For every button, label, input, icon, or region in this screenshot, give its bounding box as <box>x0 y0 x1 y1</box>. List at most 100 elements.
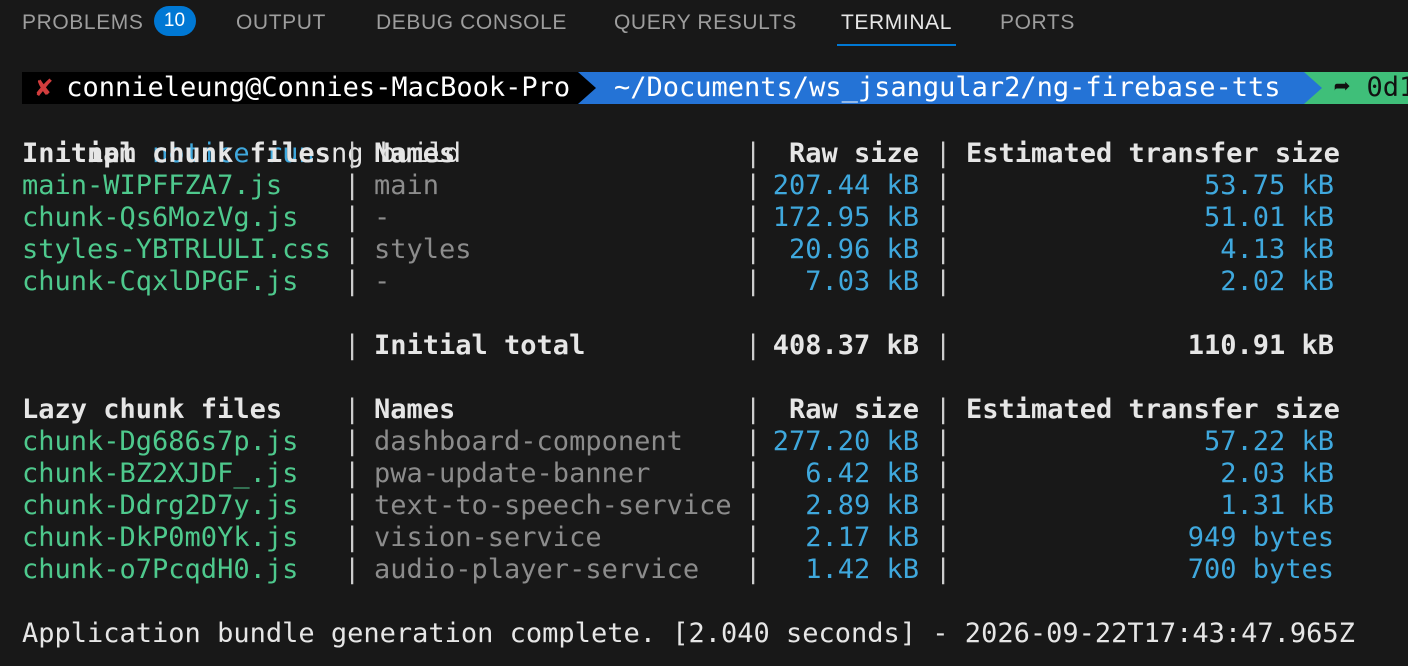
initial-total-estimated: 110.91 kB <box>1187 330 1334 361</box>
column-separator: | <box>344 202 361 233</box>
shell-prompt: ✘ connieleung@Connies-MacBook-Pro ~/Docum… <box>22 72 1408 104</box>
chunk-name: main <box>374 170 440 201</box>
header-names: Names <box>374 138 456 169</box>
raw-size: 1.42 kB <box>805 554 919 585</box>
estimated-size: 1.31 kB <box>1220 490 1334 521</box>
tab-output[interactable]: OUTPUT <box>236 0 326 46</box>
tab-problems[interactable]: PROBLEMS 10 <box>22 0 196 46</box>
initial-total-row: | Initial total | 408.37 kB | 110.91 kB <box>22 330 1362 362</box>
raw-size: 277.20 kB <box>772 426 919 457</box>
column-separator: | <box>745 458 762 489</box>
chunk-name: vision-service <box>374 522 602 553</box>
initial-total-label: Initial total <box>374 330 586 361</box>
header-lazy-files: Lazy chunk files <box>22 394 283 425</box>
table-row: chunk-Dg686s7p.js | dashboard-component … <box>22 426 1362 458</box>
prompt-path-segment: ~/Documents/ws_jsangular2/ng-firebase-tt… <box>596 72 1304 104</box>
tab-query-results-label: QUERY RESULTS <box>614 11 797 34</box>
column-separator: | <box>344 266 361 297</box>
table-row: chunk-Qs6MozVg.js | - | 172.95 kB | 51.0… <box>22 202 1362 234</box>
estimated-size: 700 bytes <box>1187 554 1334 585</box>
chunk-file: chunk-o7PcqdH0.js <box>22 554 299 585</box>
chunk-file: chunk-Ddrg2D7y.js <box>22 490 299 521</box>
column-separator: | <box>935 426 952 457</box>
table-row: styles-YBTRLULI.css | styles | 20.96 kB … <box>22 234 1362 266</box>
chunk-name: text-to-speech-service <box>374 490 732 521</box>
estimated-size: 53.75 kB <box>1203 170 1334 201</box>
column-separator: | <box>344 522 361 553</box>
raw-size: 2.89 kB <box>805 490 919 521</box>
column-separator: | <box>344 458 361 489</box>
column-separator: | <box>935 394 952 425</box>
chunk-file: chunk-BZ2XJDF_.js <box>22 458 299 489</box>
column-separator: | <box>344 394 361 425</box>
estimated-size: 949 bytes <box>1187 522 1334 553</box>
lazy-table-header: Lazy chunk files | Names | Raw size | Es… <box>22 394 1362 426</box>
tab-query-results[interactable]: QUERY RESULTS <box>614 0 797 46</box>
header-raw-size: Raw size <box>788 138 919 169</box>
table-row: chunk-DkP0m0Yk.js | vision-service | 2.1… <box>22 522 1362 554</box>
tab-terminal[interactable]: TERMINAL <box>837 0 956 46</box>
header-estimated-size: Estimated transfer size <box>966 138 1340 169</box>
chunk-file: chunk-DkP0m0Yk.js <box>22 522 299 553</box>
problems-count-badge: 10 <box>153 6 196 37</box>
chunk-name: - <box>374 202 391 233</box>
chunk-file: chunk-CqxlDPGF.js <box>22 266 299 297</box>
table-row: chunk-CqxlDPGF.js | - | 7.03 kB | 2.02 k… <box>22 266 1362 298</box>
column-separator: | <box>745 554 762 585</box>
raw-size: 6.42 kB <box>805 458 919 489</box>
powerline-separator-icon <box>578 72 596 104</box>
estimated-size: 57.22 kB <box>1203 426 1334 457</box>
column-separator: | <box>745 170 762 201</box>
raw-size: 172.95 kB <box>772 202 919 233</box>
column-separator: | <box>745 266 762 297</box>
column-separator: | <box>745 234 762 265</box>
column-separator: | <box>344 554 361 585</box>
tab-ports[interactable]: PORTS <box>1000 0 1075 46</box>
column-separator: | <box>344 170 361 201</box>
column-separator: | <box>745 394 762 425</box>
chunk-name: audio-player-service <box>374 554 700 585</box>
column-separator: | <box>344 426 361 457</box>
column-separator: | <box>745 330 762 361</box>
prompt-user-host: connieleung@Connies-MacBook-Pro <box>66 72 571 103</box>
column-separator: | <box>745 522 762 553</box>
build-complete-message: Application bundle generation complete. … <box>22 618 1355 649</box>
initial-table-header: Initial chunk files | Names | Raw size |… <box>22 138 1362 170</box>
error-status-icon: ✘ <box>36 72 53 103</box>
tab-ports-label: PORTS <box>1000 11 1075 34</box>
column-separator: | <box>745 202 762 233</box>
tab-debug-console[interactable]: DEBUG CONSOLE <box>376 0 567 46</box>
tab-problems-label: PROBLEMS <box>22 11 144 34</box>
chunk-name: styles <box>374 234 472 265</box>
table-row: chunk-BZ2XJDF_.js | pwa-update-banner | … <box>22 458 1362 490</box>
estimated-size: 2.03 kB <box>1220 458 1334 489</box>
chunk-file: chunk-Dg686s7p.js <box>22 426 299 457</box>
initial-total-raw: 408.37 kB <box>772 330 919 361</box>
estimated-size: 2.02 kB <box>1220 266 1334 297</box>
column-separator: | <box>344 330 361 361</box>
table-row: chunk-o7PcqdH0.js | audio-player-service… <box>22 554 1362 586</box>
header-raw-size: Raw size <box>788 394 919 425</box>
estimated-size: 51.01 kB <box>1203 202 1334 233</box>
column-separator: | <box>935 266 952 297</box>
column-separator: | <box>935 522 952 553</box>
command-line: npm notice run ng build <box>22 106 461 169</box>
table-row: chunk-Ddrg2D7y.js | text-to-speech-servi… <box>22 490 1362 522</box>
prompt-git-segment: ➦ 0d13 <box>1322 72 1408 104</box>
powerline-separator-icon <box>1304 72 1322 104</box>
chunk-name: pwa-update-banner <box>374 458 651 489</box>
panel-tab-bar: PROBLEMS 10 OUTPUT DEBUG CONSOLE QUERY RE… <box>0 0 1408 50</box>
header-estimated-size: Estimated transfer size <box>966 394 1340 425</box>
chunk-name: dashboard-component <box>374 426 683 457</box>
raw-size: 2.17 kB <box>805 522 919 553</box>
column-separator: | <box>935 138 952 169</box>
prompt-user-segment: ✘ connieleung@Connies-MacBook-Pro <box>22 72 578 104</box>
column-separator: | <box>745 138 762 169</box>
raw-size: 20.96 kB <box>788 234 919 265</box>
estimated-size: 4.13 kB <box>1220 234 1334 265</box>
terminal-view[interactable]: ✘ connieleung@Connies-MacBook-Pro ~/Docum… <box>0 72 1408 666</box>
column-separator: | <box>745 490 762 521</box>
tab-terminal-label: TERMINAL <box>841 11 952 34</box>
chunk-file: chunk-Qs6MozVg.js <box>22 202 299 233</box>
chunk-name: - <box>374 266 391 297</box>
